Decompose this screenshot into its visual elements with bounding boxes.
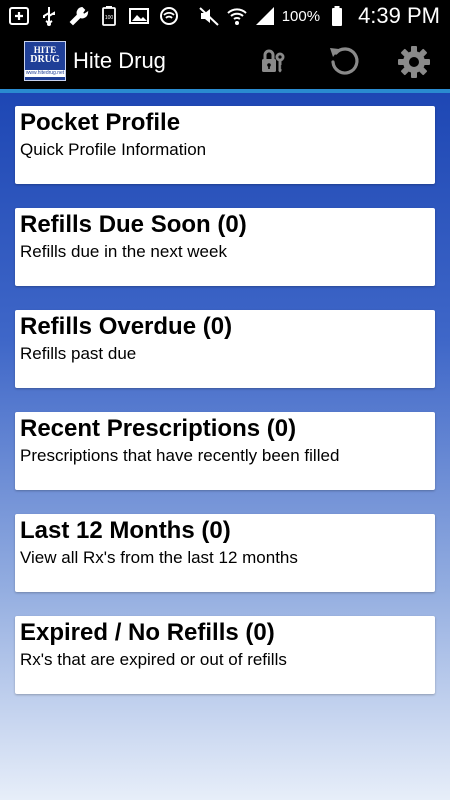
signal-icon bbox=[254, 5, 276, 27]
menu-item-subtitle: Refills due in the next week bbox=[20, 242, 227, 261]
lock-key-button[interactable] bbox=[254, 43, 292, 81]
add-icon bbox=[8, 5, 30, 27]
wifi-icon bbox=[226, 5, 248, 27]
svg-text:100: 100 bbox=[105, 15, 114, 21]
menu-item-recent-prescriptions[interactable]: Recent Prescriptions (0) Prescriptions t… bbox=[15, 412, 435, 490]
menu-item-subtitle: Rx's that are expired or out of refills bbox=[20, 650, 287, 669]
hite-drug-logo: HITE DRUG www.hitedrug.net bbox=[24, 41, 66, 81]
menu-item-last-12-months[interactable]: Last 12 Months (0) View all Rx's from th… bbox=[15, 514, 435, 592]
logo-strip: www.hitedrug.net bbox=[25, 70, 65, 77]
menu-item-subtitle: View all Rx's from the last 12 months bbox=[20, 548, 298, 567]
app-title: Hite Drug bbox=[73, 48, 166, 73]
usb-icon bbox=[38, 5, 60, 27]
menu-item-title: Last 12 Months (0) bbox=[20, 517, 231, 544]
battery-percent: 100% bbox=[281, 7, 321, 25]
image-icon bbox=[128, 5, 150, 27]
refresh-icon bbox=[330, 47, 359, 75]
menu-item-refills-overdue[interactable]: Refills Overdue (0) Refills past due bbox=[15, 310, 435, 388]
battery-icon bbox=[326, 5, 348, 27]
menu-item-subtitle: Quick Profile Information bbox=[20, 140, 207, 159]
wrench-icon bbox=[68, 5, 90, 27]
menu-item-title: Refills Due Soon (0) bbox=[20, 211, 247, 238]
main-content: Pocket Profile Quick Profile Information… bbox=[0, 93, 450, 800]
menu-item-title: Expired / No Refills (0) bbox=[20, 619, 275, 646]
settings-icon bbox=[398, 46, 430, 78]
menu-item-refills-due-soon[interactable]: Refills Due Soon (0) Refills due in the … bbox=[15, 208, 435, 286]
menu-item-expired-no-refills[interactable]: Expired / No Refills (0) Rx's that are e… bbox=[15, 616, 435, 694]
menu-item-title: Recent Prescriptions (0) bbox=[20, 415, 297, 442]
menu-item-pocket-profile[interactable]: Pocket Profile Quick Profile Information bbox=[15, 106, 435, 184]
status-right-icons: 100% 4:39 PM bbox=[198, 3, 440, 28]
menu-item-subtitle: Refills past due bbox=[20, 344, 137, 363]
menu-item-title: Refills Overdue (0) bbox=[20, 313, 233, 340]
mute-icon bbox=[198, 5, 220, 27]
settings-button[interactable] bbox=[395, 43, 433, 81]
lock-key-icon bbox=[262, 49, 285, 73]
menu-item-subtitle: Prescriptions that have recently been fi… bbox=[20, 446, 340, 465]
battery-100-icon: 100 bbox=[98, 5, 120, 27]
menu-item-title: Pocket Profile bbox=[20, 109, 181, 136]
status-clock: 4:39 PM bbox=[358, 3, 440, 28]
cast-icon bbox=[158, 5, 180, 27]
status-left-icons: 100 bbox=[8, 5, 180, 27]
status-bar: 100 100% 4:39 PM bbox=[0, 0, 450, 33]
action-bar: HITE DRUG www.hitedrug.net Hite Drug bbox=[0, 33, 450, 89]
refresh-button[interactable] bbox=[325, 43, 363, 81]
logo-line2: DRUG bbox=[30, 54, 60, 65]
